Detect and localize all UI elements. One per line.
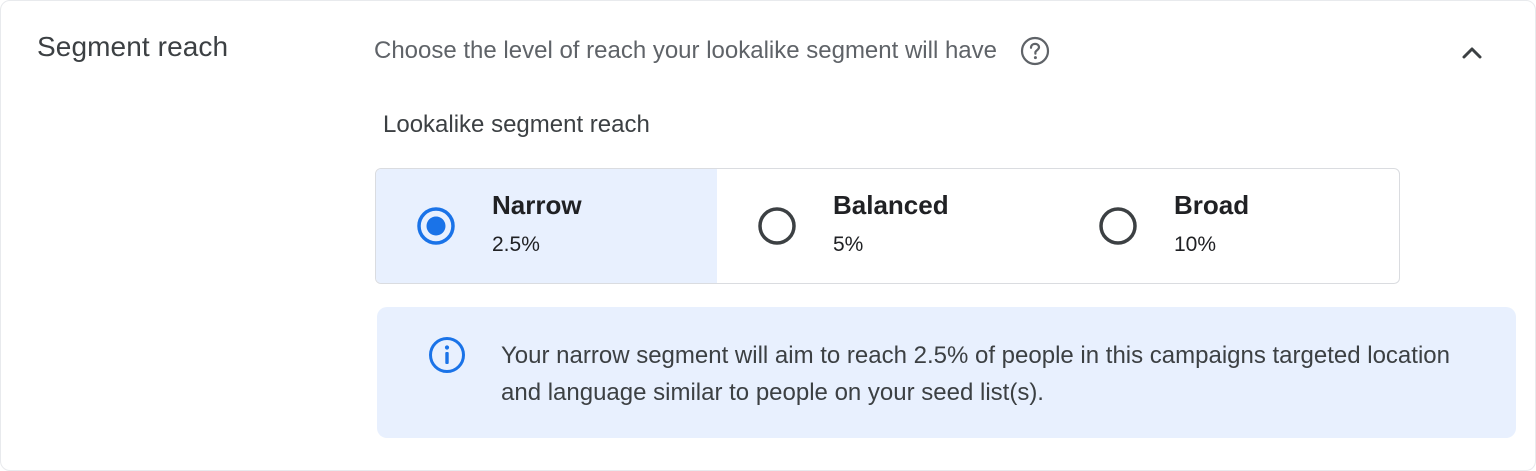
reach-option-broad[interactable]: Broad 10% bbox=[1058, 169, 1399, 283]
section-title: Segment reach bbox=[37, 31, 229, 62]
radio-selected-icon[interactable] bbox=[416, 206, 456, 246]
reach-radio-group: Narrow 2.5% Balanced 5% Broad 10% bbox=[375, 168, 1400, 284]
section-description: Choose the level of reach your lookalike… bbox=[374, 35, 1051, 67]
section-description-text: Choose the level of reach your lookalike… bbox=[374, 37, 998, 64]
reach-option-narrow[interactable]: Narrow 2.5% bbox=[376, 169, 717, 283]
reach-option-title: Broad bbox=[1174, 190, 1250, 220]
info-icon bbox=[429, 337, 465, 373]
reach-option-title: Balanced bbox=[833, 190, 949, 220]
radio-unselected-icon[interactable] bbox=[1098, 206, 1138, 246]
reach-field-label: Lookalike segment reach bbox=[383, 111, 650, 138]
reach-option-balanced[interactable]: Balanced 5% bbox=[717, 169, 1058, 283]
segment-reach-panel: Segment reach Choose the level of reach … bbox=[0, 0, 1536, 471]
info-banner: Your narrow segment will aim to reach 2.… bbox=[377, 307, 1516, 438]
chevron-up-icon bbox=[1462, 47, 1482, 59]
reach-option-value: 2.5% bbox=[492, 233, 540, 256]
collapse-section-button[interactable] bbox=[1452, 33, 1492, 73]
reach-option-title: Narrow bbox=[492, 190, 582, 220]
reach-option-value: 5% bbox=[833, 233, 864, 256]
info-banner-text: Your narrow segment will aim to reach 2.… bbox=[501, 342, 1450, 406]
help-circle-icon[interactable] bbox=[1019, 35, 1051, 67]
radio-unselected-icon[interactable] bbox=[757, 206, 797, 246]
reach-option-value: 10% bbox=[1174, 233, 1217, 256]
